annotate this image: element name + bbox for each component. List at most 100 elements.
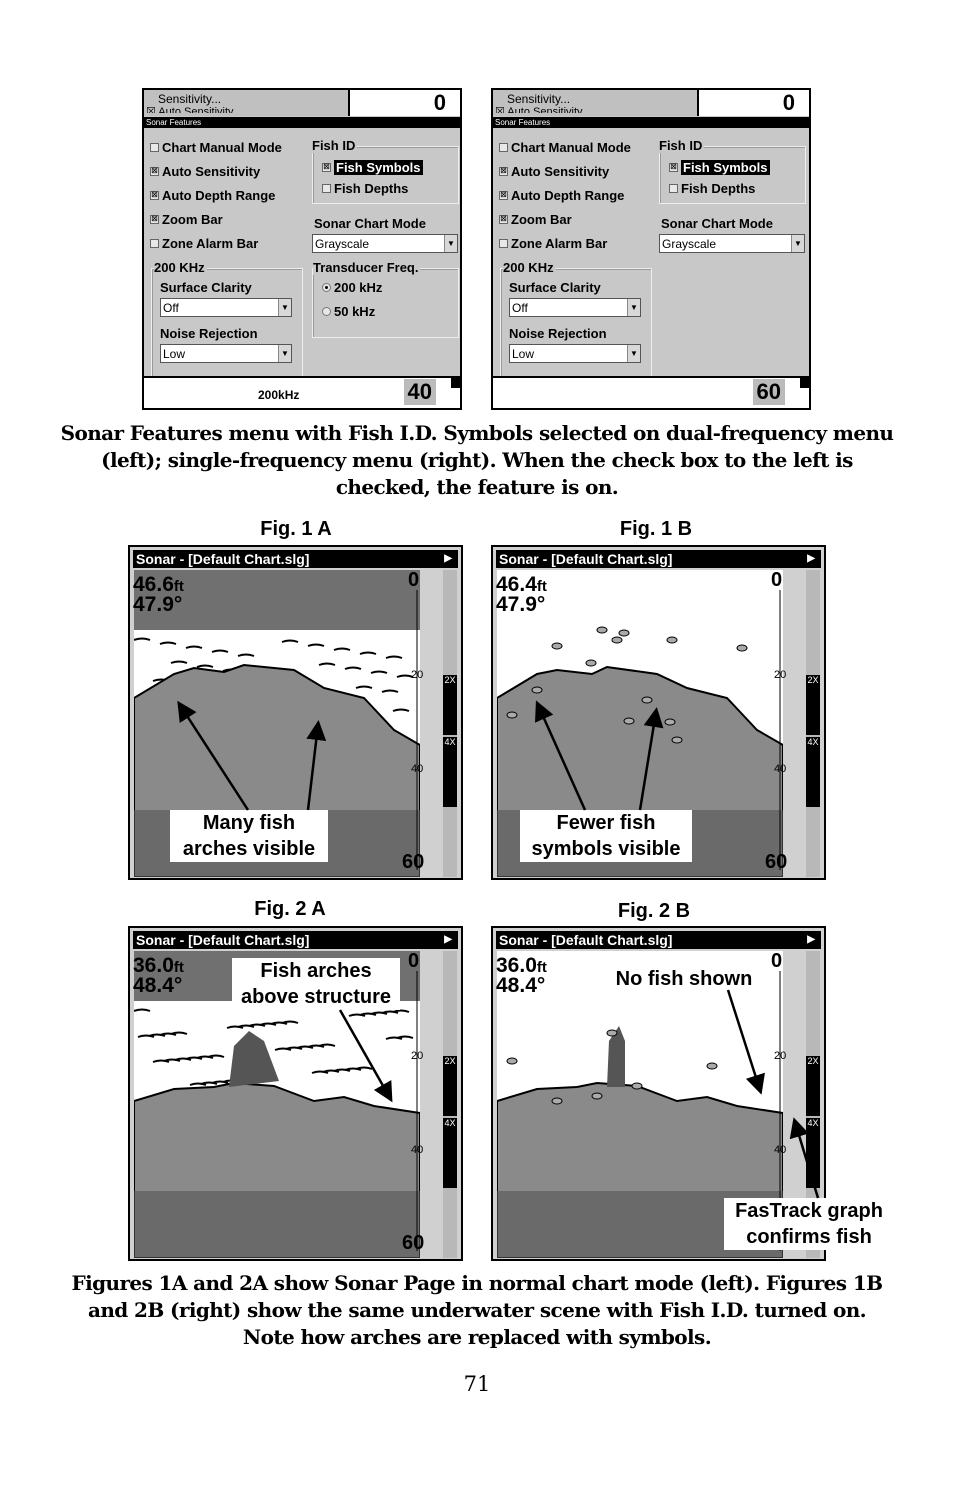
depth-scale-40: 40 xyxy=(774,1144,787,1156)
fish-id-label: Fish ID xyxy=(659,138,705,153)
zoom-4x-indicator: 4X xyxy=(806,1118,820,1188)
dropdown-arrow-icon[interactable]: ▼ xyxy=(444,235,457,252)
option-auto-sensitivity[interactable]: ☒ Auto Sensitivity xyxy=(499,164,609,179)
option-chart-manual-mode[interactable]: Chart Manual Mode xyxy=(499,140,631,155)
option-label: Zone Alarm Bar xyxy=(511,236,608,251)
surface-clarity-label: Surface Clarity xyxy=(509,280,603,295)
radio-icon[interactable] xyxy=(322,307,331,316)
fish-arch xyxy=(281,639,299,643)
temperature-readout: 48.4° xyxy=(496,974,546,997)
surface-clarity-select[interactable]: Off ▼ xyxy=(160,298,292,317)
sensitivity-label[interactable]: Sensitivity... xyxy=(158,92,221,106)
fish-symbol-icon xyxy=(606,1029,618,1037)
sensitivity-label[interactable]: Sensitivity... xyxy=(507,92,570,106)
option-label: Zoom Bar xyxy=(511,212,572,227)
fish-symbol-icon xyxy=(506,1057,518,1065)
option-zone-alarm-bar[interactable]: Zone Alarm Bar xyxy=(150,236,258,251)
scale-zero: 0 xyxy=(433,90,446,115)
checkbox-icon[interactable] xyxy=(150,239,159,248)
depth-scale-20: 20 xyxy=(774,669,787,681)
option-label: Auto Depth Range xyxy=(162,188,276,203)
play-arrow-icon[interactable]: ▶ xyxy=(807,550,815,568)
option-auto-depth-range[interactable]: ☒ Auto Depth Range xyxy=(499,188,624,203)
auto-sensitivity-peek: ☒ Auto Sensitivity xyxy=(495,106,583,113)
option-zone-alarm-bar[interactable]: Zone Alarm Bar xyxy=(499,236,607,251)
depth-scale-box: 0 xyxy=(348,90,460,116)
transducer-label: Transducer Freq. xyxy=(313,260,421,275)
checkbox-checked-icon[interactable]: ☒ xyxy=(150,215,159,224)
depth-scale-bottom: 60 xyxy=(765,851,788,873)
checkbox-icon[interactable] xyxy=(322,184,331,193)
callout-line: symbols visible xyxy=(531,838,681,860)
callout-line: confirms fish xyxy=(746,1226,872,1248)
option-fish-symbols[interactable]: ☒ Fish Symbols xyxy=(322,160,423,175)
sonar-chart-mode-label: Sonar Chart Mode xyxy=(661,216,775,231)
option-fish-depths[interactable]: Fish Depths xyxy=(669,181,755,196)
status-footer: 200kHz 40 xyxy=(144,376,460,408)
option-auto-sensitivity[interactable]: ☒ Auto Sensitivity xyxy=(150,164,260,179)
option-zoom-bar[interactable]: ☒ Zoom Bar xyxy=(499,212,572,227)
option-chart-manual-mode[interactable]: Chart Manual Mode xyxy=(150,140,282,155)
select-value: Low xyxy=(163,347,186,361)
radio-200khz[interactable]: 200 kHz xyxy=(322,280,382,295)
dropdown-arrow-icon[interactable]: ▼ xyxy=(627,299,640,316)
option-fish-depths[interactable]: Fish Depths xyxy=(322,181,408,196)
option-auto-depth-range[interactable]: ☒ Auto Depth Range xyxy=(150,188,275,203)
noise-rejection-select[interactable]: Low ▼ xyxy=(160,344,292,363)
zoom-2x-label: 2X xyxy=(807,675,819,685)
checkbox-checked-icon[interactable]: ☒ xyxy=(499,191,508,200)
fish-symbol-icon xyxy=(671,736,683,744)
checkbox-checked-icon[interactable]: ☒ xyxy=(499,215,508,224)
surface-clarity-select[interactable]: Off ▼ xyxy=(509,298,641,317)
checkbox-icon[interactable] xyxy=(499,143,508,152)
noise-rejection-select[interactable]: Low ▼ xyxy=(509,344,641,363)
fish-arch xyxy=(134,637,151,641)
callout-fig-1: Fewer fish symbols visible xyxy=(520,810,692,862)
radio-selected-icon[interactable] xyxy=(322,283,331,292)
radio-50khz[interactable]: 50 kHz xyxy=(322,304,375,319)
dropdown-arrow-icon[interactable]: ▼ xyxy=(278,345,291,362)
fish-symbol-icon xyxy=(631,1082,643,1090)
window-titlebar: Sonar - [Default Chart.slg] ▶ xyxy=(133,550,458,568)
zoom-4x-label: 4X xyxy=(807,737,819,747)
fish-arch xyxy=(385,1036,403,1040)
checkbox-checked-icon[interactable]: ☒ xyxy=(150,167,159,176)
zoom-4x-indicator: 4X xyxy=(443,737,457,807)
option-label: Fish Depths xyxy=(334,181,409,196)
dropdown-arrow-icon[interactable]: ▼ xyxy=(627,345,640,362)
sonar-chart-mode-select[interactable]: Grayscale ▼ xyxy=(312,234,458,253)
checkbox-checked-icon[interactable]: ☒ xyxy=(322,163,331,172)
fish-symbol-icon xyxy=(591,1092,603,1100)
fig-2b-label: Fig. 2 B xyxy=(617,900,691,922)
sensitivity-header: Sensitivity... ☒ Auto Sensitivity 0 xyxy=(144,90,460,116)
depth-scale-40: 40 xyxy=(411,1144,424,1156)
structure xyxy=(229,1031,279,1087)
checkbox-checked-icon[interactable]: ☒ xyxy=(499,167,508,176)
play-arrow-icon[interactable]: ▶ xyxy=(807,931,815,949)
option-zoom-bar[interactable]: ☒ Zoom Bar xyxy=(150,212,223,227)
window-titlebar: Sonar - [Default Chart.slg] ▶ xyxy=(133,931,458,949)
depth-scale-20: 20 xyxy=(774,1050,787,1062)
checkbox-icon[interactable] xyxy=(669,184,678,193)
zoom-4x-indicator: 4X xyxy=(443,1118,457,1188)
fish-arch xyxy=(137,1034,155,1038)
depth-scale-top: 0 xyxy=(771,950,783,972)
play-arrow-icon[interactable]: ▶ xyxy=(444,550,452,568)
checkbox-icon[interactable] xyxy=(150,143,159,152)
window-title: Sonar - [Default Chart.slg] xyxy=(136,932,310,948)
play-arrow-icon[interactable]: ▶ xyxy=(444,931,452,949)
fish-symbol-icon xyxy=(531,686,543,694)
option-fish-symbols[interactable]: ☒ Fish Symbols xyxy=(669,160,770,175)
checkbox-checked-icon[interactable]: ☒ xyxy=(150,191,159,200)
checkbox-checked-icon[interactable]: ☒ xyxy=(669,163,678,172)
dropdown-arrow-icon[interactable]: ▼ xyxy=(791,235,804,252)
zoom-2x-indicator: 2X xyxy=(806,1056,820,1116)
checkbox-icon[interactable] xyxy=(499,239,508,248)
sonar-chart-mode-select[interactable]: Grayscale ▼ xyxy=(659,234,805,253)
fig-2a-label: Fig. 2 A xyxy=(254,898,326,920)
dropdown-arrow-icon[interactable]: ▼ xyxy=(278,299,291,316)
window-title: Sonar - [Default Chart.slg] xyxy=(136,551,310,567)
caption-bottom: Figures 1A and 2A show Sonar Page in nor… xyxy=(71,1271,884,1349)
radio-label: 200 kHz xyxy=(334,280,383,295)
fig-1b-label: Fig. 1 B xyxy=(619,518,693,540)
